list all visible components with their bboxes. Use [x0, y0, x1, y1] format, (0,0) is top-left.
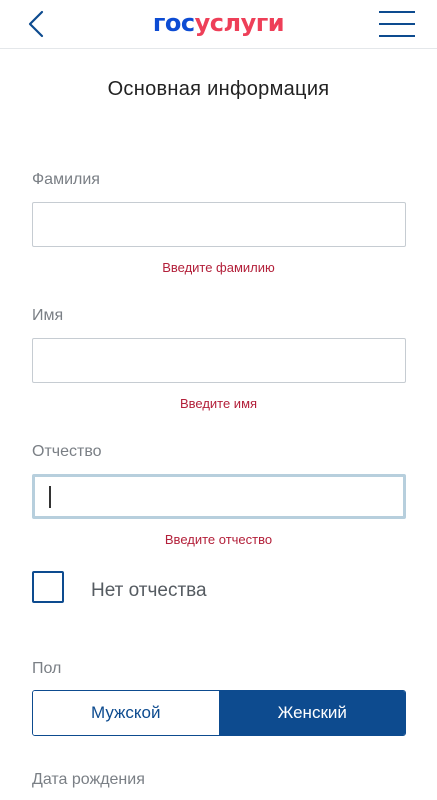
logo-part-2: услуги: [194, 9, 285, 37]
gender-option-female[interactable]: Женский: [219, 691, 405, 735]
middle-name-error: Введите отчество: [164, 532, 273, 547]
no-middle-name-label[interactable]: Нет отчества: [91, 580, 207, 602]
menu-button[interactable]: [379, 9, 415, 39]
last-name-label: Фамилия: [32, 171, 100, 188]
last-name-error: Введите фамилию: [162, 260, 275, 275]
page-title: Основная информация: [107, 78, 330, 100]
first-name-error: Введите имя: [179, 396, 258, 411]
logo-part-1: гос: [152, 9, 195, 37]
last-name-input[interactable]: [32, 202, 406, 247]
no-middle-name-checkbox[interactable]: [32, 571, 64, 603]
gosuslugi-logo: госуслуги: [0, 9, 437, 37]
gender-label: Пол: [32, 660, 62, 677]
gender-selector: Мужской Женский: [32, 690, 406, 736]
middle-name-label: Отчество: [32, 443, 102, 460]
app-header: госуслуги: [0, 0, 437, 49]
hamburger-menu-icon: [379, 11, 415, 37]
first-name-label: Имя: [32, 307, 64, 324]
first-name-input[interactable]: [32, 338, 406, 383]
birth-date-label: Дата рождения: [32, 771, 145, 788]
gender-option-male[interactable]: Мужской: [33, 691, 220, 735]
text-cursor: [49, 486, 51, 508]
middle-name-input[interactable]: [32, 474, 406, 519]
